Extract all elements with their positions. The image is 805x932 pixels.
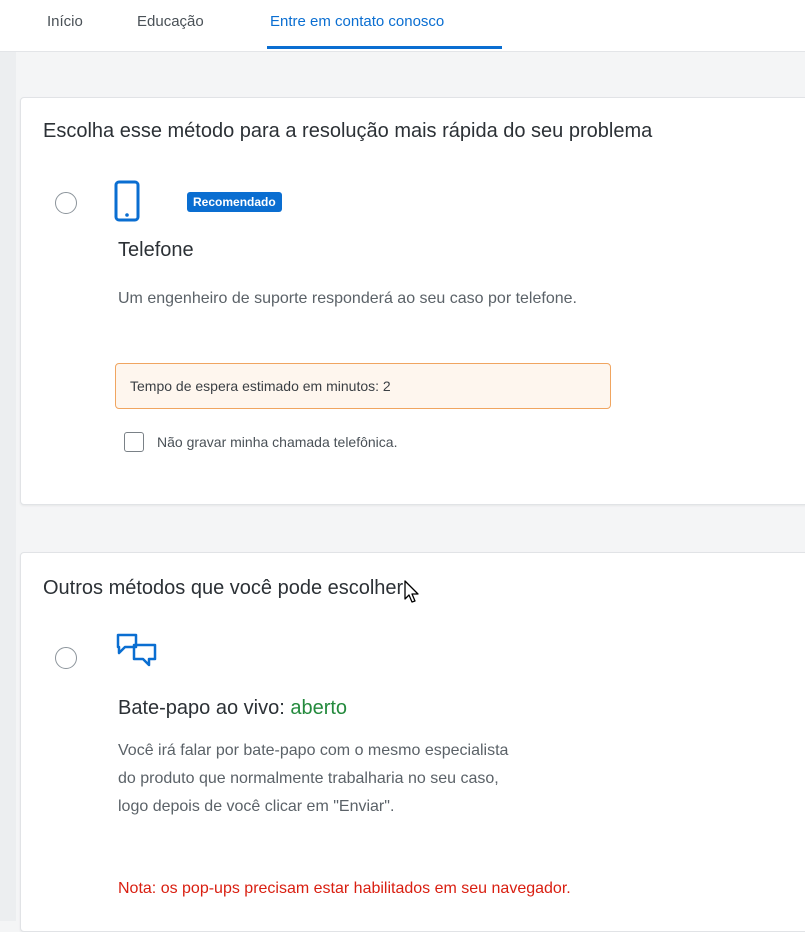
phone-description: Um engenheiro de suporte responderá ao s… (118, 290, 577, 307)
tab-educacao[interactable]: Educação (137, 13, 204, 30)
other-methods-card: Outros métodos que você pode escolher: B… (20, 552, 805, 932)
top-nav: Início Educação Entre em contato conosco (0, 0, 805, 52)
phone-title: Telefone (118, 239, 194, 261)
tab-inicio[interactable]: Início (47, 13, 83, 30)
wait-time-box: Tempo de espera estimado em minutos: 2 (115, 363, 611, 409)
other-methods-heading: Outros métodos que você pode escolher: (43, 577, 409, 599)
chat-radio[interactable] (55, 647, 77, 669)
no-record-checkbox[interactable] (124, 432, 144, 452)
tab-contato[interactable]: Entre em contato conosco (270, 13, 444, 30)
mouse-cursor-icon (404, 580, 420, 609)
wait-time-text: Tempo de espera estimado em minutos: 2 (130, 378, 391, 394)
no-record-label: Não gravar minha chamada telefônica. (157, 434, 398, 450)
recommended-badge: Recomendado (187, 192, 282, 212)
recommended-heading: Escolha esse método para a resolução mai… (43, 120, 653, 142)
active-tab-indicator (267, 46, 502, 49)
recommended-method-card: Escolha esse método para a resolução mai… (20, 97, 805, 505)
left-strip (0, 0, 16, 921)
chat-icon (114, 631, 160, 676)
phone-radio[interactable] (55, 192, 77, 214)
chat-description: Você irá falar por bate-papo com o mesmo… (118, 742, 509, 815)
chat-title-row: Bate-papo ao vivo: aberto (118, 697, 347, 720)
popup-note: Nota: os pop-ups precisam estar habilita… (118, 880, 571, 897)
phone-icon (114, 180, 140, 227)
chat-status: aberto (290, 697, 348, 719)
chat-title: Bate-papo ao vivo: (118, 697, 285, 719)
